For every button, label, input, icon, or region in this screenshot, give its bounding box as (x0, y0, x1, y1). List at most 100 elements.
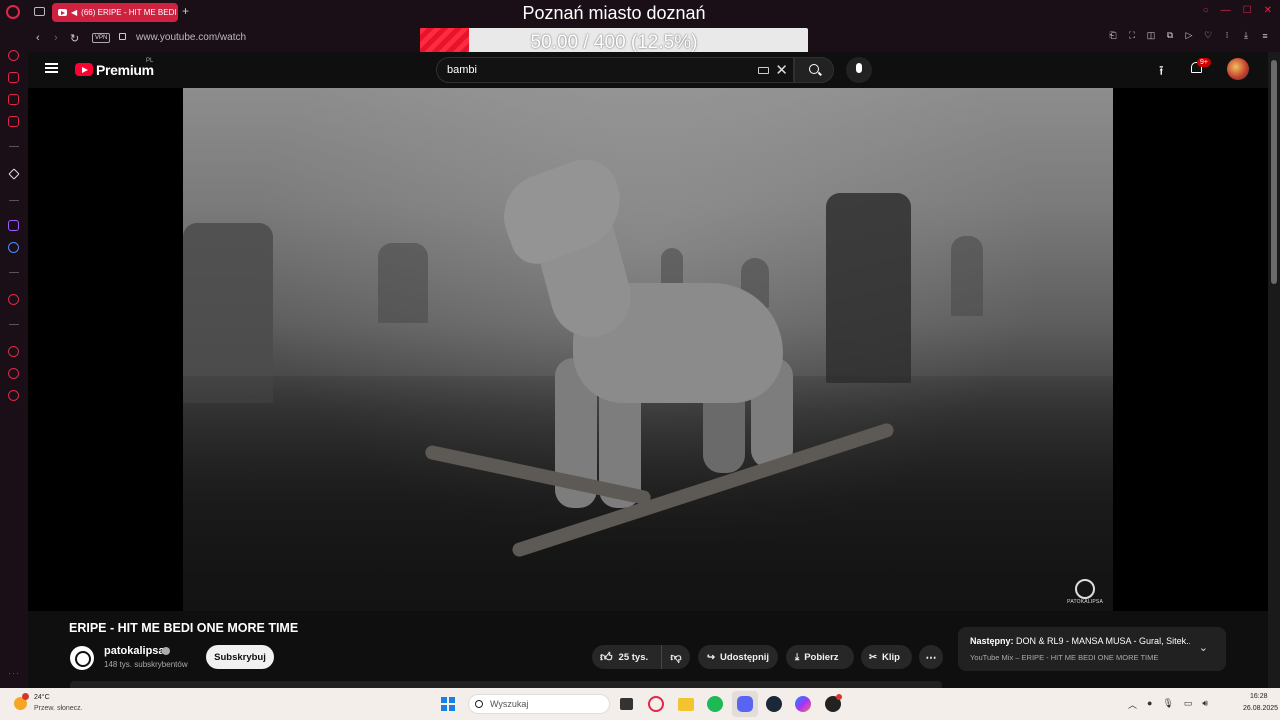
opera-sidebar: ··· (0, 24, 28, 688)
spotify-icon[interactable] (707, 696, 723, 712)
chevron-up-icon[interactable]: ︿ (1128, 698, 1137, 711)
history-icon[interactable] (8, 346, 19, 357)
more-actions-button[interactable]: ⋯ (919, 645, 943, 669)
search-button[interactable] (794, 57, 834, 83)
volume-icon[interactable]: 🔊︎ (1202, 698, 1208, 711)
vector-icon[interactable] (8, 168, 20, 180)
description-box-edge[interactable] (70, 681, 942, 688)
channel-name[interactable]: patokalipsa (104, 645, 165, 657)
upload-icon[interactable]: ⭱ (1159, 62, 1164, 84)
settings-icon[interactable] (8, 390, 19, 401)
toolbar-extensions: ⎗ ⛶ ◫ ⧉ ▷ ♡ ⁝ ⤓ ≡ (1108, 30, 1270, 41)
like-button[interactable]: 👍︎ 25 tys. (592, 645, 662, 669)
notification-badge: 9+ (1197, 58, 1211, 67)
share-label: Udostępnij (719, 651, 770, 663)
share-button[interactable]: ↪ Udostępnij (698, 645, 778, 669)
taskbar-search[interactable]: Wyszukaj (468, 694, 610, 714)
subscribe-button[interactable]: Subskrybuj (206, 645, 274, 669)
up-next-card[interactable]: Następny: DON & RL9 - MANSA MUSA - Gural… (958, 627, 1226, 671)
country-code: PL (146, 58, 154, 64)
up-next-title: DON & RL9 - MANSA MUSA - Gural, Sitek... (1016, 636, 1190, 646)
video-title: ERIPE - HIT ME BEDI ONE MORE TIME (69, 621, 299, 635)
tab-youtube[interactable]: ◀ (66) ERIPE - HIT ME BEDI (52, 3, 178, 22)
file-explorer-icon[interactable] (678, 698, 694, 711)
search-icon (809, 64, 819, 74)
search-tabs-icon[interactable]: ○ (1203, 5, 1209, 16)
extension-badge-icon[interactable]: ⁝ (1222, 30, 1232, 41)
windows-start-button[interactable] (441, 697, 455, 711)
messenger-icon[interactable] (795, 696, 811, 712)
extensions-icon[interactable] (8, 368, 19, 379)
media-icon[interactable]: ⧉ (1165, 30, 1175, 41)
up-next-label: Następny: (970, 636, 1014, 646)
player-icon[interactable] (8, 294, 19, 305)
forward-button[interactable]: › (54, 32, 58, 44)
bag-icon[interactable] (8, 72, 19, 83)
network-icon[interactable]: ▭ (1184, 698, 1193, 711)
minimize-button[interactable]: — (1221, 5, 1231, 16)
download-button[interactable]: ⤓ Pobierz (786, 645, 854, 669)
clear-search-icon[interactable]: ✕ (775, 61, 788, 79)
gravestone (951, 236, 983, 316)
snapshot-icon[interactable]: ⛶ (1127, 30, 1137, 41)
opera-logo-icon[interactable] (6, 5, 20, 19)
close-window-button[interactable]: ✕ (1264, 5, 1272, 16)
tab-manager-icon[interactable] (34, 7, 45, 16)
task-view-icon[interactable] (620, 698, 633, 710)
download-icon[interactable]: ⤓ (1241, 30, 1251, 41)
youtube-logo-icon[interactable] (75, 63, 93, 76)
dislike-button[interactable]: 👎︎ (662, 651, 690, 664)
clip-button[interactable]: ✂ Klip (861, 645, 912, 669)
steam-icon[interactable] (766, 696, 782, 712)
page-scrollbar[interactable] (1268, 52, 1280, 688)
scrollbar-thumb[interactable] (1271, 60, 1277, 284)
tray-mic-icon[interactable]: 🎙︎ (1162, 698, 1173, 711)
search-box[interactable]: bambi ✕ (436, 57, 794, 83)
video-player[interactable]: PATOKALIPSA (28, 88, 1268, 611)
vpn-badge[interactable]: VPN (92, 33, 111, 43)
clock-date[interactable]: 26.08.2025 (1243, 705, 1278, 712)
maximize-button[interactable]: ☐ (1243, 5, 1252, 16)
youtube-brand[interactable]: Premium (96, 62, 154, 78)
taskbar-search-placeholder: Wyszukaj (490, 699, 529, 709)
pocket-icon[interactable]: ◫ (1146, 30, 1156, 41)
video-frame[interactable]: PATOKALIPSA (183, 88, 1113, 611)
voice-search-button[interactable] (846, 57, 872, 83)
discord-icon[interactable] (737, 696, 753, 712)
keyboard-icon[interactable] (758, 67, 769, 74)
opera-app-icon[interactable] (648, 696, 664, 712)
speaker-icon[interactable]: ◀ (71, 8, 77, 17)
thumbs-up-icon: 👍︎ (600, 649, 613, 664)
menu-icon[interactable]: ≡ (1260, 31, 1270, 41)
address-bar[interactable]: www.youtube.com/watch (136, 32, 246, 43)
extension-icon[interactable]: ⎗ (1108, 30, 1118, 41)
messenger-icon[interactable] (8, 242, 19, 253)
share-icon: ↪ (707, 651, 715, 663)
scissors-icon: ✂ (869, 651, 877, 663)
weather-description[interactable]: Przew. słonecz. (34, 705, 83, 712)
reload-button[interactable]: ↻ (70, 32, 79, 45)
player-icon[interactable]: ▷ (1184, 30, 1194, 41)
clock-time[interactable]: 16:28 (1250, 693, 1268, 700)
twitch-icon[interactable] (8, 220, 19, 231)
back-button[interactable]: ‹ (36, 32, 40, 44)
search-input[interactable]: bambi (447, 64, 477, 76)
search-icon (475, 700, 483, 708)
new-tab-button[interactable]: + (182, 4, 189, 18)
avatar[interactable] (1227, 58, 1249, 80)
gaming-icon[interactable] (8, 94, 19, 105)
channel-watermark[interactable]: PATOKALIPSA (1067, 579, 1103, 605)
heart-icon[interactable]: ♡ (1203, 30, 1213, 41)
tray-app-icon[interactable]: ● (1147, 698, 1152, 711)
lock-icon[interactable] (119, 33, 126, 40)
sidebar-more-icon[interactable]: ··· (8, 668, 20, 678)
menu-icon[interactable] (45, 63, 58, 73)
chevron-down-icon[interactable]: ⌄ (1199, 641, 1208, 654)
like-count: 25 tys. (618, 651, 649, 663)
gravestone (378, 243, 428, 323)
channel-avatar[interactable] (70, 646, 94, 670)
aria-icon[interactable] (8, 50, 19, 61)
weather-temperature[interactable]: 24°C (34, 694, 50, 701)
gx-icon[interactable] (8, 116, 19, 127)
subscriber-count: 148 tys. subskrybentów (104, 660, 188, 669)
